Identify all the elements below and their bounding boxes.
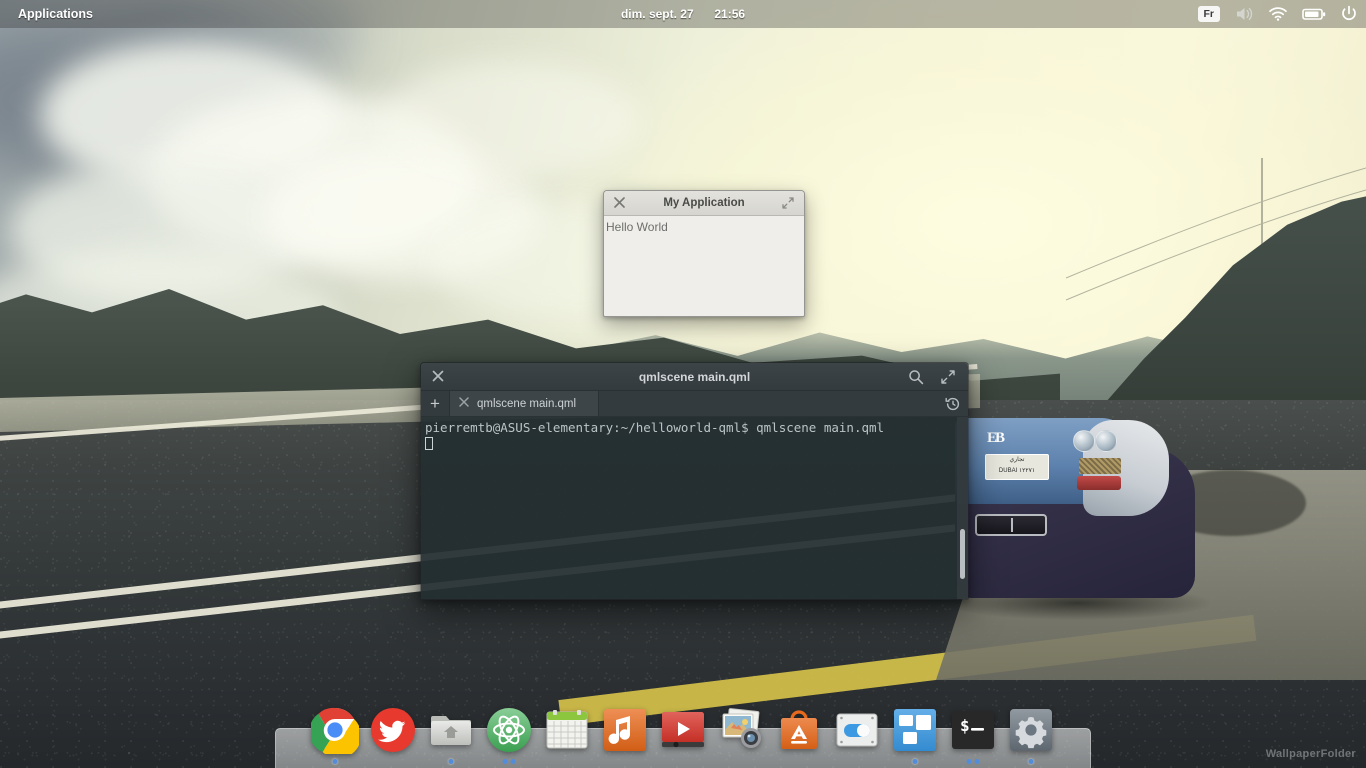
terminal-window[interactable]: qmlscene main.qml + qmlscene main.qml pi… (420, 362, 969, 600)
scrollbar-thumb[interactable] (960, 529, 965, 579)
dock-item-calendar[interactable] (543, 706, 591, 766)
running-indicator (448, 759, 454, 764)
music-note-icon (601, 706, 649, 754)
atom-icon (485, 706, 533, 754)
dock-item-twitter[interactable] (369, 706, 417, 766)
dock-item-google-chrome[interactable] (311, 706, 359, 766)
photos-icon (717, 706, 765, 754)
terminal-line: pierremtb@ASUS-elementary:~/helloworld-q… (425, 420, 885, 435)
running-indicator-multiple (966, 759, 980, 764)
dock-item-workspaces[interactable] (891, 706, 939, 766)
dock-item-videos[interactable] (659, 706, 707, 766)
terminal-cursor (425, 437, 433, 450)
dock-item-photos[interactable] (717, 706, 765, 766)
dock-item-switchboard[interactable] (833, 706, 881, 766)
dock-item-terminal[interactable]: $ (949, 706, 997, 766)
qml-window-titlebar[interactable]: My Application (604, 191, 804, 216)
dock-item-atom[interactable] (485, 706, 533, 766)
terminal-window-title: qmlscene main.qml (638, 369, 751, 384)
terminal-tab-label: qmlscene main.qml (477, 397, 577, 410)
car-exhaust (975, 514, 1047, 536)
top-panel: Applications dim. sept. 27 21:56 Fr (0, 0, 1366, 28)
running-indicator (912, 759, 918, 764)
terminal-tab-bar[interactable]: + qmlscene main.qml (421, 391, 968, 417)
terminal-titlebar[interactable]: qmlscene main.qml (421, 363, 968, 391)
maximize-icon[interactable] (941, 370, 955, 387)
gear-icon (1007, 706, 1055, 754)
files-folder-icon (427, 706, 475, 754)
terminal-tab[interactable]: qmlscene main.qml (449, 391, 599, 416)
plate-text-top: تجاري (1009, 457, 1025, 463)
appcenter-bag-icon (775, 706, 823, 754)
tab-close-icon[interactable] (459, 397, 469, 410)
car-license-plate: تجاري DUBAI ١٢٢٧١ (985, 454, 1049, 480)
dock-item-settings[interactable] (1007, 706, 1055, 766)
terminal-cursor-line (425, 436, 962, 452)
dock-item-appcenter[interactable] (775, 706, 823, 766)
running-indicator (332, 759, 338, 764)
maximize-icon[interactable] (782, 197, 794, 212)
tab-bar-empty-space (599, 391, 938, 416)
panel-clock[interactable]: dim. sept. 27 21:56 (0, 7, 1366, 21)
running-indicator (1028, 759, 1034, 764)
switchboard-toggle-icon (833, 706, 881, 754)
car-taillights (1073, 430, 1127, 454)
svg-text:$: $ (960, 716, 970, 735)
panel-date: dim. sept. 27 (620, 7, 694, 21)
qml-application-window[interactable]: My Application Hello World (603, 190, 805, 317)
terminal-icon: $ (949, 706, 997, 754)
google-chrome-icon (311, 706, 359, 754)
wallpaper-car: EB تجاري DUBAI ١٢٢٧١ (945, 418, 1225, 620)
running-indicator-multiple (502, 759, 516, 764)
history-icon[interactable] (938, 391, 968, 416)
car-grille (1079, 458, 1121, 474)
calendar-icon (543, 706, 591, 754)
dock: $ (275, 707, 1091, 768)
terminal-screen[interactable]: pierremtb@ASUS-elementary:~/helloworld-q… (421, 417, 968, 599)
search-icon[interactable] (908, 369, 924, 388)
plate-text-bottom: DUBAI ١٢٢٧١ (998, 468, 1036, 475)
car-brake-light (1077, 476, 1121, 490)
twitter-icon (369, 706, 417, 754)
car-badge: EB (987, 430, 1005, 446)
new-tab-button[interactable]: + (421, 391, 449, 416)
dock-item-files[interactable] (427, 706, 475, 766)
qml-window-content: Hello World (606, 220, 668, 234)
close-icon[interactable] (614, 197, 625, 211)
video-player-icon (659, 706, 707, 754)
panel-time: 21:56 (714, 7, 746, 21)
cloud (380, 60, 640, 180)
terminal-scrollbar[interactable] (957, 417, 968, 599)
window-tiles-icon (891, 706, 939, 754)
dock-item-music[interactable] (601, 706, 649, 766)
qml-window-title: My Application (663, 197, 745, 209)
